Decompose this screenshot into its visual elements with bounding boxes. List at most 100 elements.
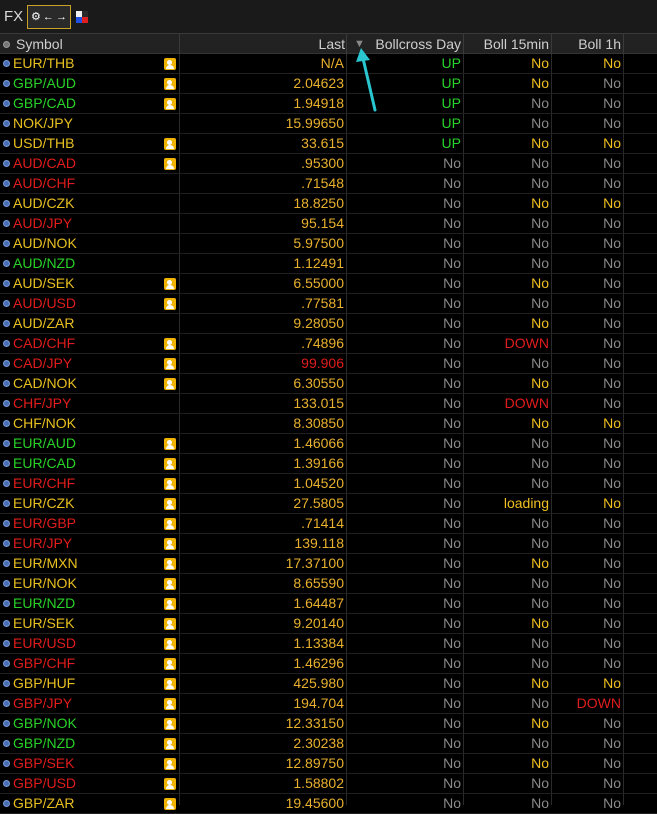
alert-person-icon[interactable] (164, 138, 176, 150)
table-row[interactable]: AUD/USD .77581 No No No (0, 294, 657, 314)
symbol-cell[interactable]: GBP/NOK (13, 714, 77, 733)
table-row[interactable]: USD/THB 33.615 UP No No (0, 134, 657, 154)
alert-person-icon[interactable] (164, 78, 176, 90)
table-row[interactable]: AUD/CHF .71548 No No No (0, 174, 657, 194)
table-row[interactable]: GBP/SEK 12.89750 No No No (0, 754, 657, 774)
table-row[interactable]: GBP/AUD 2.04623 UP No No (0, 74, 657, 94)
symbol-cell[interactable]: GBP/AUD (13, 74, 76, 93)
symbol-cell[interactable]: EUR/USD (13, 634, 76, 653)
table-row[interactable]: AUD/CZK 18.8250 No No No (0, 194, 657, 214)
table-row[interactable]: CHF/NOK 8.30850 No No No (0, 414, 657, 434)
table-row[interactable]: AUD/CAD .95300 No No No (0, 154, 657, 174)
symbol-cell[interactable]: AUD/CAD (13, 154, 76, 173)
toolbar-button-group[interactable]: ⚙ ← → (27, 5, 71, 29)
alert-person-icon[interactable] (164, 678, 176, 690)
symbol-cell[interactable]: USD/THB (13, 134, 74, 153)
symbol-cell[interactable]: AUD/CHF (13, 174, 75, 193)
table-row[interactable]: CAD/NOK 6.30550 No No No (0, 374, 657, 394)
symbol-cell[interactable]: EUR/NZD (13, 594, 75, 613)
table-row[interactable]: CHF/JPY 133.015 No DOWN No (0, 394, 657, 414)
symbol-cell[interactable]: EUR/CAD (13, 454, 76, 473)
table-row[interactable]: EUR/AUD 1.46066 No No No (0, 434, 657, 454)
alert-person-icon[interactable] (164, 378, 176, 390)
table-row[interactable]: CAD/JPY 99.906 No No No (0, 354, 657, 374)
alert-person-icon[interactable] (164, 358, 176, 370)
symbol-cell[interactable]: GBP/NZD (13, 734, 75, 753)
symbol-cell[interactable]: CAD/NOK (13, 374, 77, 393)
table-row[interactable]: EUR/CAD 1.39166 No No No (0, 454, 657, 474)
alert-person-icon[interactable] (164, 338, 176, 350)
header-boll-15min[interactable]: Boll 15min (484, 34, 549, 54)
symbol-cell[interactable]: AUD/CZK (13, 194, 74, 213)
alert-person-icon[interactable] (164, 638, 176, 650)
alert-person-icon[interactable] (164, 438, 176, 450)
alert-person-icon[interactable] (164, 758, 176, 770)
table-row[interactable]: GBP/USD 1.58802 No No No (0, 774, 657, 794)
table-row[interactable]: EUR/USD 1.13384 No No No (0, 634, 657, 654)
alert-person-icon[interactable] (164, 158, 176, 170)
table-row[interactable]: EUR/SEK 9.20140 No No No (0, 614, 657, 634)
symbol-cell[interactable]: CHF/JPY (13, 394, 71, 413)
symbol-cell[interactable]: CHF/NOK (13, 414, 76, 433)
table-row[interactable]: GBP/ZAR 19.45600 No No No (0, 794, 657, 814)
table-row[interactable]: GBP/HUF 425.980 No No No (0, 674, 657, 694)
table-row[interactable]: EUR/JPY 139.118 No No No (0, 534, 657, 554)
table-row[interactable]: GBP/JPY 194.704 No No DOWN (0, 694, 657, 714)
table-row[interactable]: GBP/NZD 2.30238 No No No (0, 734, 657, 754)
symbol-cell[interactable]: CAD/CHF (13, 334, 75, 353)
table-row[interactable]: GBP/CAD 1.94918 UP No No (0, 94, 657, 114)
alert-person-icon[interactable] (164, 538, 176, 550)
symbol-cell[interactable]: EUR/GBP (13, 514, 76, 533)
symbol-cell[interactable]: GBP/CHF (13, 654, 75, 673)
table-row[interactable]: EUR/GBP .71414 No No No (0, 514, 657, 534)
table-row[interactable]: EUR/CZK 27.5805 No loading No (0, 494, 657, 514)
alert-person-icon[interactable] (164, 578, 176, 590)
symbol-cell[interactable]: AUD/SEK (13, 274, 74, 293)
table-row[interactable]: NOK/JPY 15.99650 UP No No (0, 114, 657, 134)
alert-person-icon[interactable] (164, 718, 176, 730)
header-boll-1h[interactable]: Boll 1h (578, 34, 621, 54)
gear-icon[interactable]: ⚙ (31, 11, 41, 23)
table-row[interactable]: GBP/CHF 1.46296 No No No (0, 654, 657, 674)
alert-person-icon[interactable] (164, 298, 176, 310)
alert-person-icon[interactable] (164, 58, 176, 70)
table-row[interactable]: CAD/CHF .74896 No DOWN No (0, 334, 657, 354)
symbol-cell[interactable]: EUR/CHF (13, 474, 75, 493)
alert-person-icon[interactable] (164, 558, 176, 570)
table-row[interactable]: GBP/NOK 12.33150 No No No (0, 714, 657, 734)
symbol-cell[interactable]: EUR/NOK (13, 574, 77, 593)
table-row[interactable]: EUR/CHF 1.04520 No No No (0, 474, 657, 494)
symbol-cell[interactable]: EUR/JPY (13, 534, 72, 553)
arrow-left-icon[interactable]: ← (43, 11, 54, 23)
symbol-cell[interactable]: AUD/NZD (13, 254, 75, 273)
table-row[interactable]: EUR/THB N/A UP No No (0, 54, 657, 74)
alert-person-icon[interactable] (164, 458, 176, 470)
symbol-cell[interactable]: GBP/CAD (13, 94, 76, 113)
symbol-cell[interactable]: EUR/CZK (13, 494, 74, 513)
table-row[interactable]: EUR/NOK 8.65590 No No No (0, 574, 657, 594)
table-row[interactable]: AUD/NOK 5.97500 No No No (0, 234, 657, 254)
arrow-right-icon[interactable]: → (56, 11, 67, 23)
alert-person-icon[interactable] (164, 778, 176, 790)
header-symbol[interactable]: Symbol (16, 34, 63, 54)
alert-person-icon[interactable] (164, 278, 176, 290)
alert-person-icon[interactable] (164, 498, 176, 510)
symbol-cell[interactable]: GBP/JPY (13, 694, 72, 713)
symbol-cell[interactable]: AUD/USD (13, 294, 76, 313)
symbol-cell[interactable]: NOK/JPY (13, 114, 73, 133)
table-row[interactable]: EUR/MXN 17.37100 No No No (0, 554, 657, 574)
alert-person-icon[interactable] (164, 698, 176, 710)
alert-person-icon[interactable] (164, 738, 176, 750)
symbol-cell[interactable]: AUD/NOK (13, 234, 77, 253)
alert-person-icon[interactable] (164, 478, 176, 490)
table-row[interactable]: AUD/NZD 1.12491 No No No (0, 254, 657, 274)
symbol-cell[interactable]: GBP/USD (13, 774, 76, 793)
symbol-cell[interactable]: EUR/THB (13, 54, 74, 73)
symbol-cell[interactable]: GBP/HUF (13, 674, 75, 693)
alert-person-icon[interactable] (164, 598, 176, 610)
symbol-cell[interactable]: GBP/ZAR (13, 794, 74, 813)
symbol-cell[interactable]: GBP/SEK (13, 754, 74, 773)
table-row[interactable]: AUD/ZAR 9.28050 No No No (0, 314, 657, 334)
alert-person-icon[interactable] (164, 98, 176, 110)
symbol-cell[interactable]: EUR/MXN (13, 554, 78, 573)
